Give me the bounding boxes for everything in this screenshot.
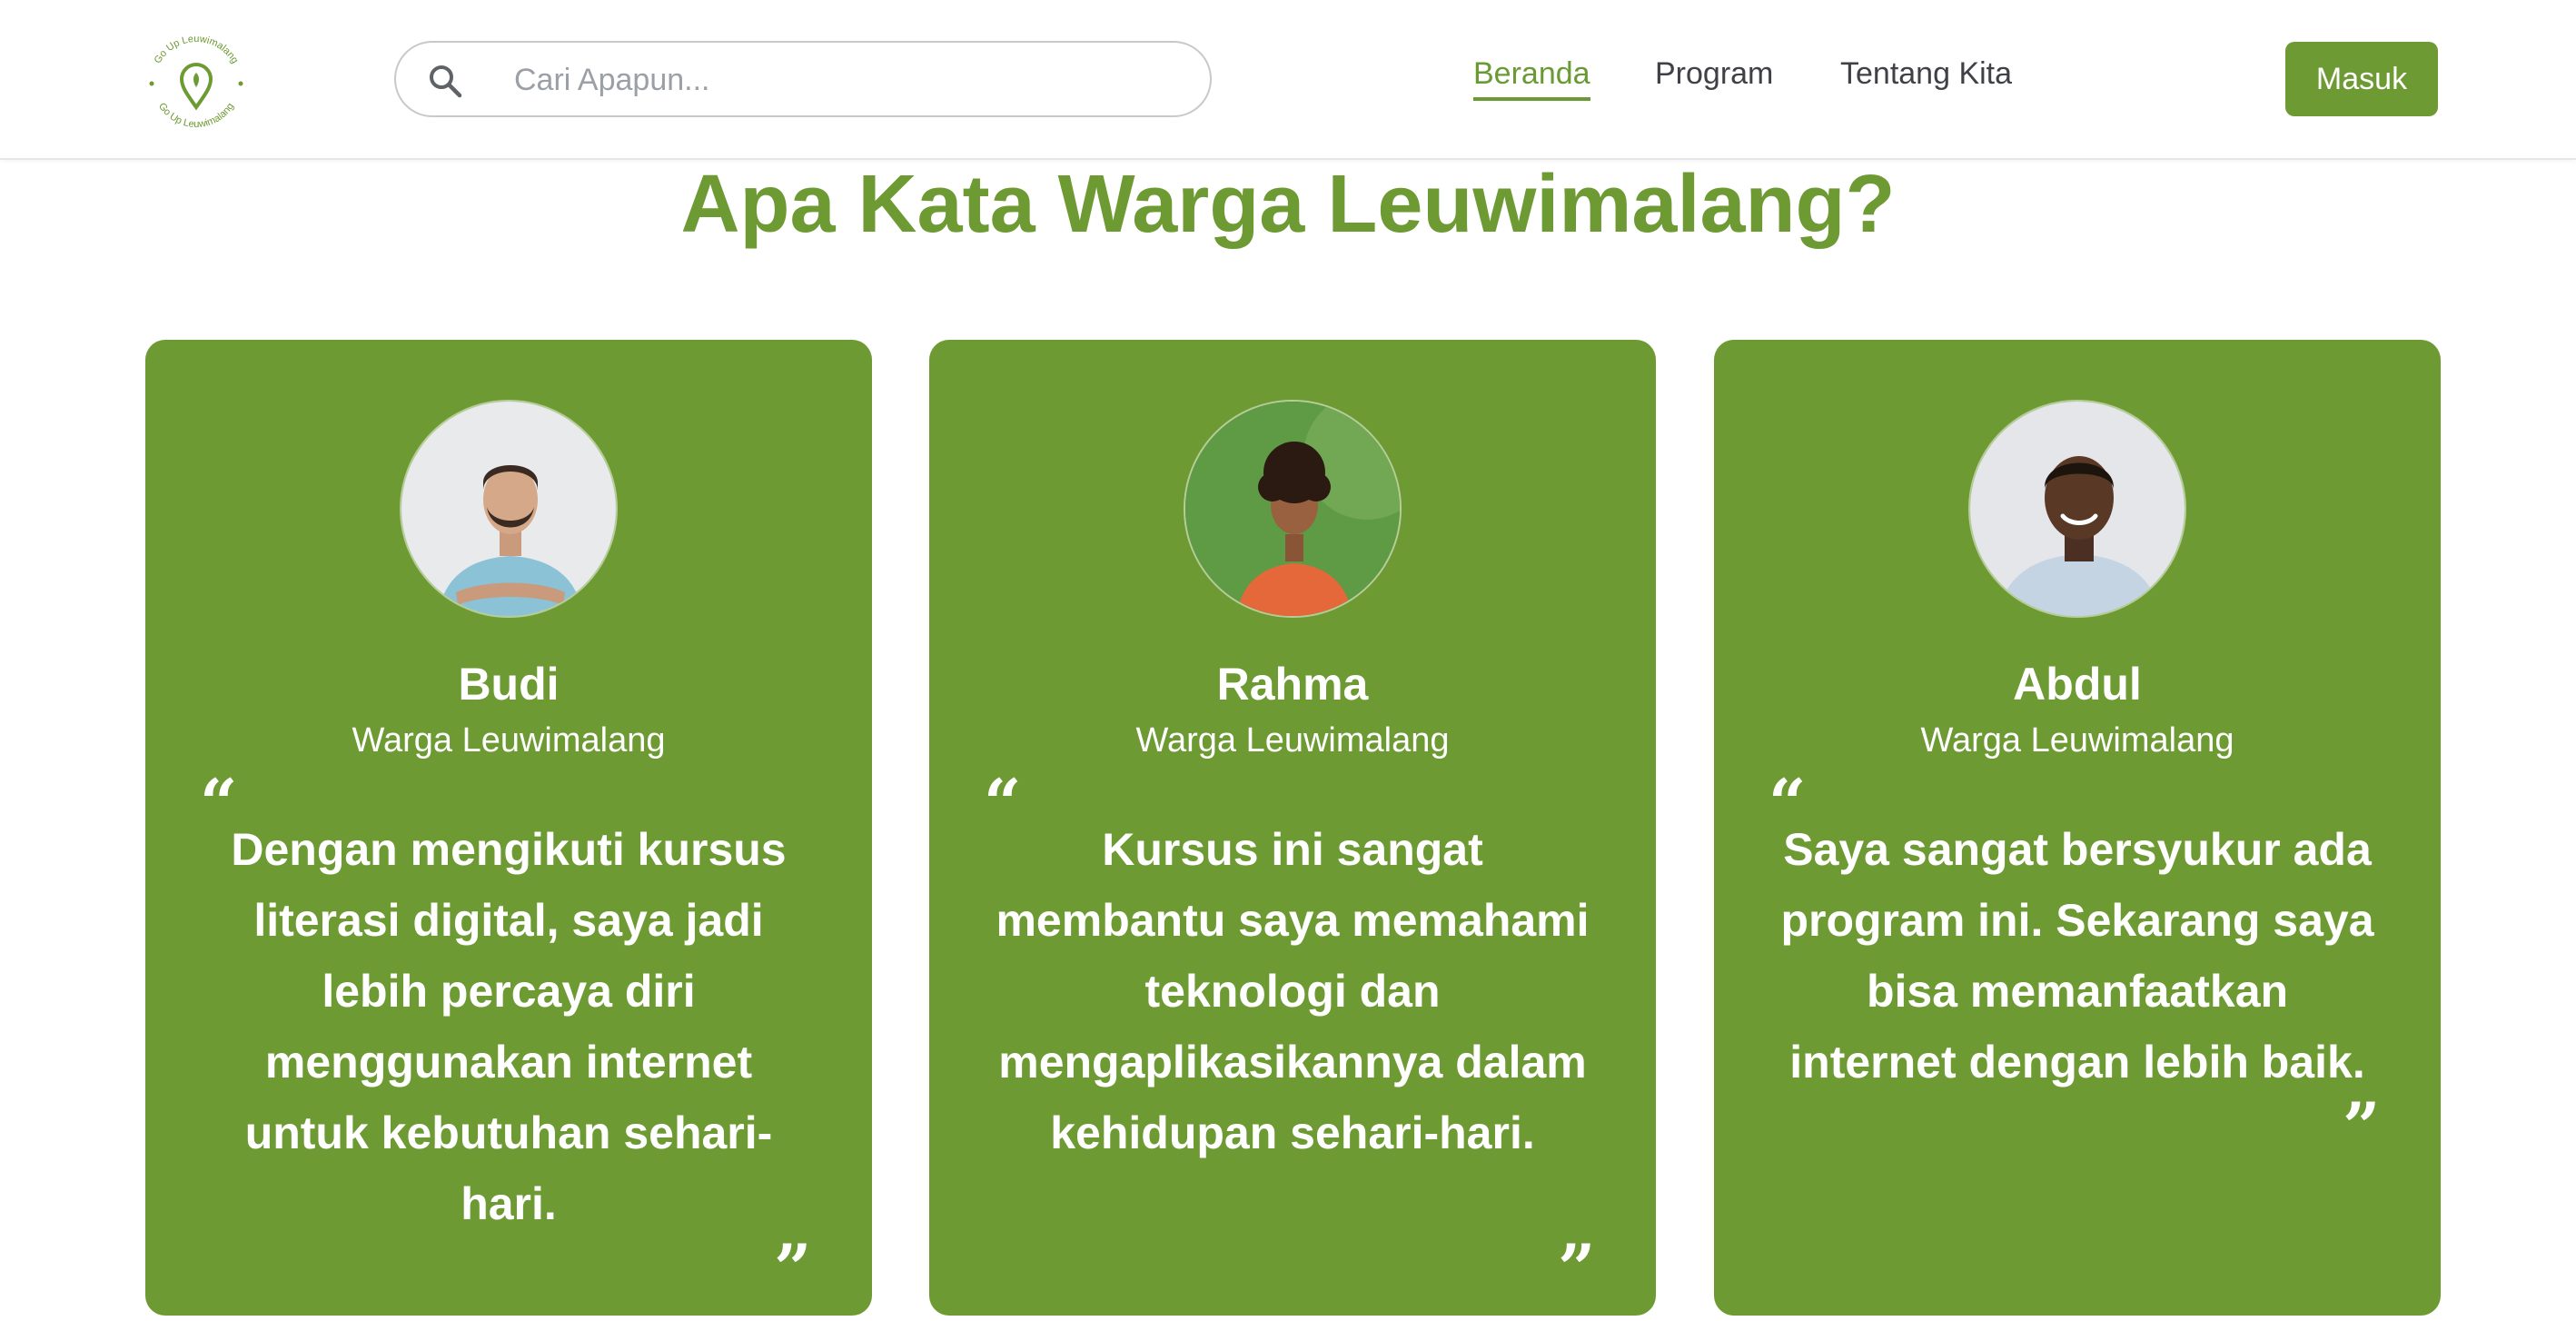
section-title-bold: Apa Kata (680, 159, 1035, 250)
search-bar[interactable] (394, 41, 1212, 117)
testimonial-role: Warga Leuwimalang (1135, 721, 1450, 760)
nav-tentang-kita[interactable]: Tentang Kita (1840, 56, 2012, 92)
testimonial-card: Rahma Warga Leuwimalang “ Kursus ini san… (929, 340, 1656, 1316)
nav-beranda[interactable]: Beranda (1473, 56, 1590, 101)
login-button[interactable]: Masuk (2285, 42, 2438, 116)
quote-close-icon: ” (1558, 1229, 1596, 1306)
testimonial-role: Warga Leuwimalang (1920, 721, 2234, 760)
site-header: Go Up Leuwimalang Go Up Leuwimalang Bera… (0, 0, 2576, 160)
section-title: Apa Kata Warga Leuwimalang? (0, 154, 2576, 254)
quote-close-icon: ” (774, 1229, 812, 1306)
testimonial-name: Budi (458, 659, 560, 710)
map-pin-logo-icon: Go Up Leuwimalang Go Up Leuwimalang (149, 34, 243, 130)
testimonial-quote: Dengan mengikuti kursus literasi digital… (231, 824, 787, 1229)
search-icon (430, 65, 462, 98)
person-photo-icon (401, 402, 616, 616)
testimonial-quote: Saya sangat bersyukur ada program ini. S… (1780, 824, 2374, 1088)
avatar (1184, 400, 1402, 618)
logo[interactable]: Go Up Leuwimalang Go Up Leuwimalang (140, 27, 253, 140)
avatar (1968, 400, 2186, 618)
section-title-rest: Warga Leuwimalang? (1035, 159, 1896, 250)
person-photo-icon (1970, 402, 2185, 616)
testimonial-card: Abdul Warga Leuwimalang “ Saya sangat be… (1714, 340, 2441, 1316)
nav-program[interactable]: Program (1655, 56, 1773, 92)
search-input[interactable] (514, 55, 1186, 104)
quote-close-icon: ” (2343, 1088, 2381, 1165)
testimonial-name: Abdul (2013, 659, 2142, 710)
testimonial-card: Budi Warga Leuwimalang “ Dengan mengikut… (145, 340, 872, 1316)
testimonial-quote: Kursus ini sangat membantu saya memahami… (996, 824, 1590, 1158)
person-photo-icon (1185, 402, 1400, 616)
testimonial-name: Rahma (1216, 659, 1369, 710)
svg-text:Go Up Leuwimalang: Go Up Leuwimalang (153, 34, 241, 65)
testimonial-role: Warga Leuwimalang (352, 721, 666, 760)
avatar (400, 400, 618, 618)
